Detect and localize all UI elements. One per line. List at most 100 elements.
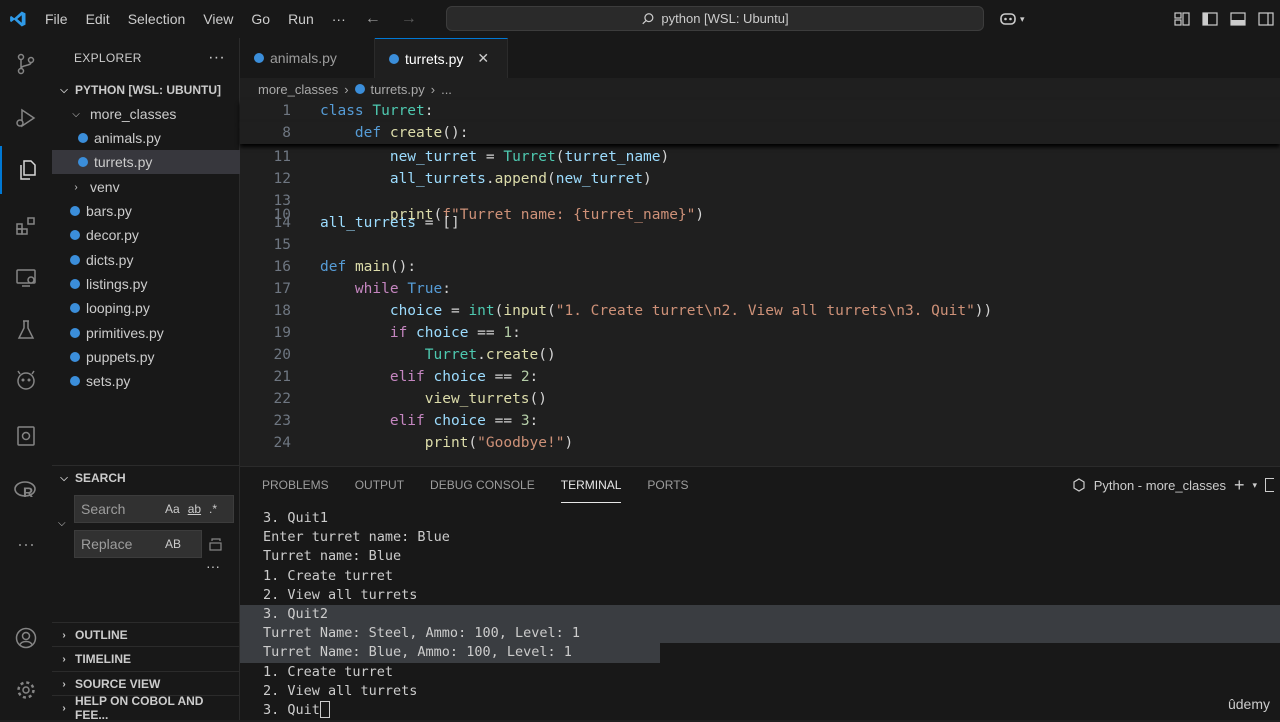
line-number: 8 <box>282 125 291 141</box>
extensions-icon[interactable] <box>0 202 52 250</box>
sticky-line[interactable]: 8 def create(): <box>240 122 1280 144</box>
breadcrumb: more_classes › turrets.py › ... <box>240 78 1280 100</box>
folder-venv[interactable]: › venv <box>52 175 240 199</box>
file-decor-py[interactable]: decor.py <box>52 223 240 247</box>
file-label: animals.py <box>94 130 161 146</box>
testing-icon[interactable] <box>0 306 52 354</box>
file-listings-py[interactable]: listings.py <box>52 272 240 296</box>
folder-label: venv <box>90 179 120 195</box>
explorer-header: EXPLORER ··· <box>52 38 239 78</box>
code-line: 23 elif choice == 3: <box>240 410 1280 432</box>
tab-turrets-py[interactable]: turrets.py ✕ <box>375 38 508 78</box>
menu-selection[interactable]: Selection <box>119 0 195 38</box>
search-details-more-icon[interactable]: ··· <box>206 558 220 574</box>
workspace-root[interactable]: ⌵ PYTHON [WSL: UBUNTU] <box>52 78 240 102</box>
breadcrumb-folder[interactable]: more_classes <box>258 82 338 97</box>
menu-edit[interactable]: Edit <box>77 0 119 38</box>
menu-file[interactable]: File <box>36 0 77 38</box>
more-views-icon[interactable]: ··· <box>0 520 52 568</box>
use-regex-button[interactable]: .* <box>209 502 217 516</box>
match-whole-word-button[interactable]: ab <box>188 502 201 516</box>
tab-problems[interactable]: PROBLEMS <box>262 467 329 503</box>
chevron-right-icon: › <box>344 81 349 97</box>
run-debug-icon[interactable] <box>0 94 52 142</box>
cobol-explorer-icon[interactable] <box>0 412 52 460</box>
accounts-icon[interactable] <box>0 614 52 662</box>
close-icon[interactable]: ✕ <box>477 50 489 67</box>
replace-all-icon[interactable] <box>208 536 224 555</box>
python-file-icon <box>254 53 264 63</box>
search-section-title: SEARCH <box>75 471 126 485</box>
line-number: 20 <box>273 347 291 363</box>
menu-more[interactable]: ··· <box>323 0 355 38</box>
terminal-line-wrap: Turret Name: Blue, Ammo: 100, Level: 1 <box>240 643 1280 663</box>
file-turrets-py[interactable]: turrets.py <box>52 150 240 174</box>
toggle-secondary-sidebar-icon[interactable] <box>1252 0 1280 38</box>
explorer-more-icon[interactable]: ··· <box>208 49 225 67</box>
customize-layout-icon[interactable] <box>1168 0 1196 38</box>
file-looping-py[interactable]: looping.py <box>52 296 240 320</box>
explorer-title: EXPLORER <box>74 51 142 65</box>
match-case-button[interactable]: Aa <box>165 502 180 516</box>
source-view-section[interactable]: › SOURCE VIEW <box>52 671 240 696</box>
python-file-icon <box>70 206 80 216</box>
r-language-icon[interactable]: R <box>0 466 52 514</box>
command-center[interactable]: python [WSL: Ubuntu] <box>446 6 984 31</box>
tab-animals-py[interactable]: animals.py <box>240 38 375 78</box>
file-dicts-py[interactable]: dicts.py <box>52 248 240 272</box>
code-line: 17 while True: <box>240 278 1280 300</box>
settings-gear-icon[interactable] <box>0 666 52 714</box>
forward-arrow-icon[interactable]: → <box>391 10 427 28</box>
tab-ports[interactable]: PORTS <box>647 467 688 503</box>
terminal-cursor <box>319 701 330 719</box>
file-bars-py[interactable]: bars.py <box>52 199 240 223</box>
chevron-right-icon: › <box>62 629 66 641</box>
file-sets-py[interactable]: sets.py <box>52 369 240 393</box>
terminal-name[interactable]: Python - more_classes <box>1094 478 1226 493</box>
tab-label: animals.py <box>270 50 337 66</box>
copilot-chat-icon[interactable] <box>0 356 52 404</box>
terminal-line-selected: Turret Name: Blue, Ammo: 100, Level: 1 <box>240 643 660 663</box>
breadcrumb-file[interactable]: turrets.py <box>371 82 425 97</box>
tab-terminal[interactable]: TERMINAL <box>560 467 622 503</box>
toggle-replace-chevron-icon[interactable]: ⌵ <box>58 518 66 529</box>
breadcrumb-more[interactable]: ... <box>441 82 452 97</box>
code-line: 12 all_turrets.append(new_turret) <box>240 168 1280 190</box>
file-primitives-py[interactable]: primitives.py <box>52 321 240 345</box>
code-line: 15 <box>240 234 1280 256</box>
udemy-watermark: ûdemy <box>1227 696 1270 712</box>
menu-go[interactable]: Go <box>242 0 279 38</box>
remote-explorer-icon[interactable] <box>0 254 52 302</box>
line-number: 12 <box>273 171 291 187</box>
file-puppets-py[interactable]: puppets.py <box>52 345 240 369</box>
outline-section[interactable]: › OUTLINE <box>52 622 240 647</box>
line-number: 14 <box>273 215 291 231</box>
replace-input[interactable]: Replace AB <box>74 530 202 558</box>
split-terminal-icon[interactable] <box>1265 478 1274 492</box>
sticky-line[interactable]: 1 class Turret: <box>240 100 1280 122</box>
python-file-icon <box>70 328 80 338</box>
source-control-icon[interactable] <box>0 40 52 88</box>
back-arrow-icon[interactable]: ← <box>355 10 391 28</box>
new-terminal-icon[interactable]: + <box>1234 475 1245 496</box>
menu-view[interactable]: View <box>194 0 242 38</box>
terminal-output[interactable]: 3. Quit1 Enter turret name: Blue Turret … <box>240 509 1280 720</box>
chevron-down-icon[interactable]: ▾ <box>1252 480 1257 491</box>
help-cobol-section[interactable]: › HELP ON COBOL AND FEE... <box>52 694 240 722</box>
timeline-section[interactable]: › TIMELINE <box>52 646 240 671</box>
tab-output[interactable]: OUTPUT <box>355 467 404 503</box>
tab-debug-console[interactable]: DEBUG CONSOLE <box>430 467 535 503</box>
toggle-panel-icon[interactable] <box>1224 0 1252 38</box>
search-section-header[interactable]: ⌵ SEARCH <box>52 465 240 490</box>
folder-more-classes[interactable]: ⌵ more_classes <box>52 102 240 126</box>
search-input[interactable]: Search Aa ab .* <box>74 495 234 523</box>
explorer-icon[interactable] <box>0 146 52 194</box>
toggle-primary-sidebar-icon[interactable] <box>1196 0 1224 38</box>
file-animals-py[interactable]: animals.py <box>52 126 240 150</box>
line-number: 16 <box>273 259 291 275</box>
preserve-case-button[interactable]: AB <box>165 537 181 551</box>
copilot-button[interactable]: ▾ <box>998 0 1025 38</box>
python-file-icon <box>78 157 88 167</box>
menu-run[interactable]: Run <box>279 0 323 38</box>
file-label: listings.py <box>86 276 148 292</box>
